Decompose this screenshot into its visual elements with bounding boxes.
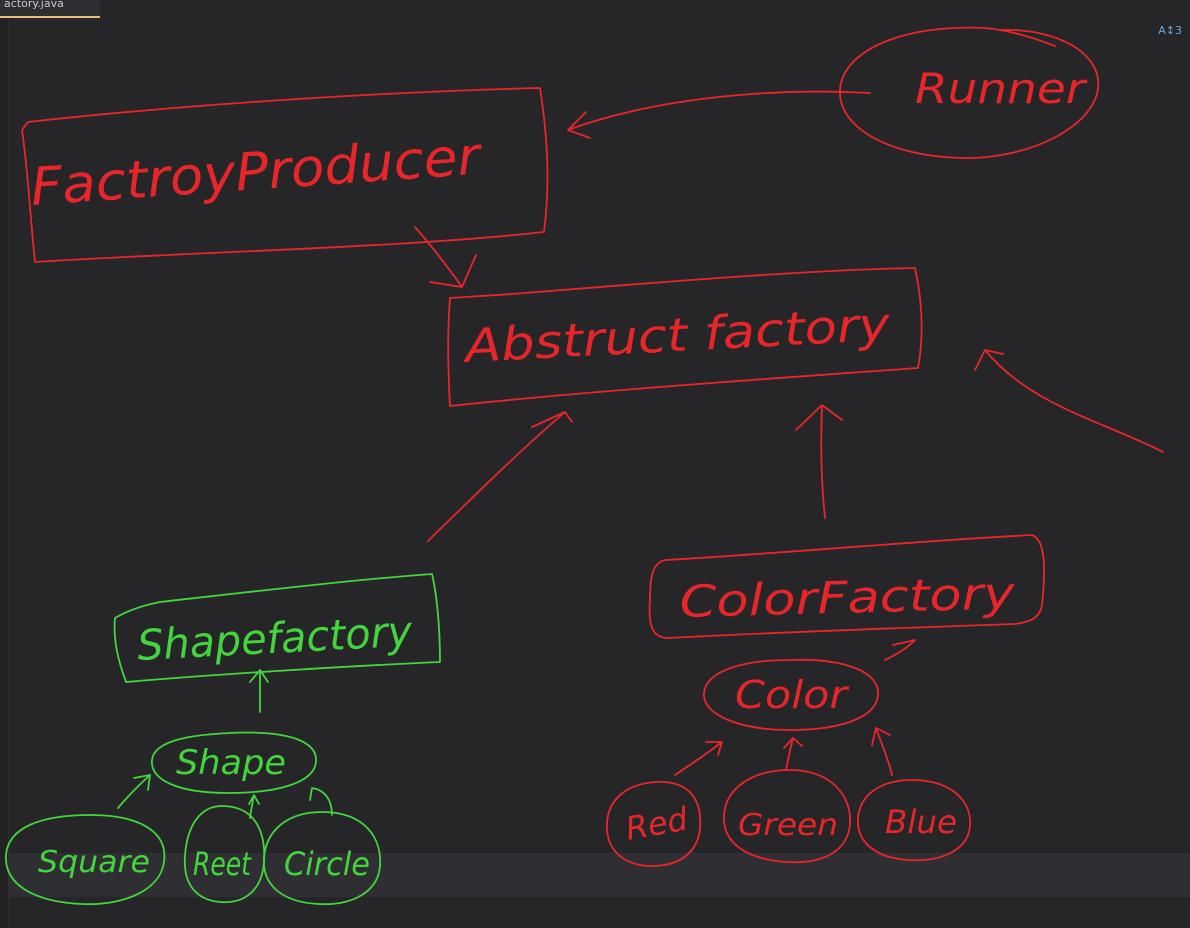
arrow-green-to-color [783,737,803,771]
shape-factory-label: Shapefactory [136,607,414,670]
square-label: Square [38,845,150,880]
arrow-circle-to-shape [309,787,333,816]
diagram: Runner FactroyProducer Abstruct factory … [5,26,1164,906]
arrow-shape-to-shapefactory [249,669,269,713]
arrow-rect-to-shape [248,794,260,819]
circle-label: Circle [284,845,370,883]
green-label: Green [738,808,838,843]
drawing-canvas[interactable]: actory.java A↕3 Runner FactroyProducer A… [0,0,1190,928]
arrow-colorfactory-to-abstract [795,404,843,519]
arrow-shapefactory-to-abstract [427,411,573,542]
factory-producer-label: FactroyProducer [29,126,486,218]
arrow-right-to-abstract [974,349,1164,453]
arrow-color-to-colorfactory [884,639,916,661]
abstract-factory-label: Abstruct factory [460,297,892,373]
color-factory-label: ColorFactory [679,568,1016,628]
arrow-runner-to-producer [567,90,871,139]
runner-label: Runner [915,64,1088,113]
arrow-red-to-color [674,741,723,776]
blue-label: Blue [885,803,957,841]
red-label: Red [623,800,691,848]
arrow-producer-to-abstract [414,226,477,288]
arrow-blue-to-color [871,727,893,776]
rect-label: Reet [193,845,252,883]
shape-label: Shape [176,743,286,783]
arrow-square-to-shape [117,774,151,809]
color-label: Color [735,673,850,717]
